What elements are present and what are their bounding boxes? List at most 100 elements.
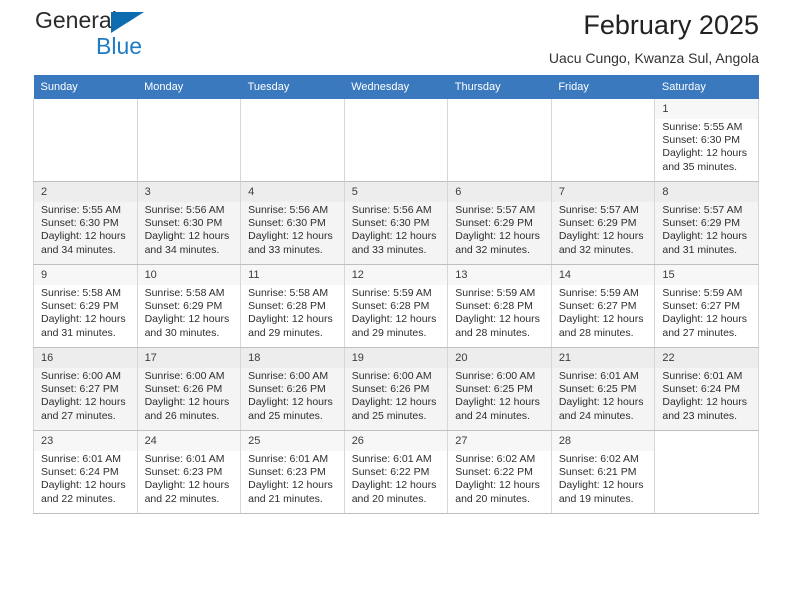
calendar-day-cell[interactable]: 24 Sunrise: 6:01 AM Sunset: 6:23 PM Dayligh… [137,430,242,514]
sunrise-text: Sunrise: 6:02 AM [455,453,536,465]
day-sun-info: Sunrise: 5:56 AM Sunset: 6:30 PM Daylight:… [345,202,448,257]
day-sun-info: Sunrise: 5:55 AM Sunset: 6:30 PM Daylight:… [655,119,758,174]
calendar-day-cell[interactable]: 15 Sunrise: 5:59 AM Sunset: 6:27 PM Dayligh… [654,264,759,348]
calendar-day-cell[interactable]: 2 Sunrise: 5:55 AM Sunset: 6:30 PM Daylight… [33,181,138,265]
sunset-text: Sunset: 6:25 PM [558,383,637,396]
calendar-day-cell[interactable]: 6 Sunrise: 5:57 AM Sunset: 6:29 PM Daylight… [447,181,552,265]
sunrise-text: Sunrise: 6:01 AM [662,370,743,382]
day-sun-info: Sunrise: 6:00 AM Sunset: 6:27 PM Daylight:… [34,368,137,423]
daylight-text: Daylight: 12 hours and 22 minutes. [41,479,126,505]
sunset-text: Sunset: 6:29 PM [455,217,533,230]
calendar-day-cell[interactable]: 10 Sunrise: 5:58 AM Sunset: 6:29 PM Dayligh… [137,264,242,348]
calendar-day-cell[interactable]: 11 Sunrise: 5:58 AM Sunset: 6:28 PM Dayligh… [240,264,345,348]
day-number: 9 [34,265,137,285]
calendar-day-cell[interactable]: 16 Sunrise: 6:00 AM Sunset: 6:27 PM Dayligh… [33,347,138,431]
calendar-day-cell[interactable]: 14 Sunrise: 5:59 AM Sunset: 6:27 PM Dayligh… [551,264,656,348]
calendar-day-cell[interactable]: 13 Sunrise: 5:59 AM Sunset: 6:28 PM Dayligh… [447,264,552,348]
sunrise-text: Sunrise: 5:56 AM [248,204,329,216]
daylight-text: Daylight: 12 hours and 24 minutes. [558,396,644,422]
day-number: 4 [241,182,344,202]
calendar-day-cell[interactable]: 20 Sunrise: 6:00 AM Sunset: 6:25 PM Dayligh… [447,347,552,431]
title-block: February 2025 Uacu Cungo, Kwanza Sul, An… [549,0,759,68]
day-number [138,99,241,119]
day-sun-info: Sunrise: 6:01 AM Sunset: 6:23 PM Daylight:… [138,451,241,506]
page-title: February 2025 [583,10,759,40]
sunset-text: Sunset: 6:22 PM [351,466,430,479]
calendar-day-cell[interactable]: 27 Sunrise: 6:02 AM Sunset: 6:22 PM Dayligh… [447,430,552,514]
calendar-day-cell[interactable]: 5 Sunrise: 5:56 AM Sunset: 6:30 PM Daylight… [344,181,449,265]
day-number: 19 [344,348,448,368]
sunrise-text: Sunrise: 6:01 AM [248,453,329,465]
day-sun-info: Sunrise: 5:59 AM Sunset: 6:28 PM Daylight:… [345,285,448,340]
daylight-text: Daylight: 12 hours and 35 minutes. [662,147,748,173]
daylight-text: Daylight: 12 hours and 29 minutes. [351,313,437,339]
calendar-day-cell[interactable]: 21 Sunrise: 6:01 AM Sunset: 6:25 PM Dayligh… [551,347,656,431]
daylight-text: Daylight: 12 hours and 20 minutes. [351,479,437,505]
sunrise-text: Sunrise: 6:02 AM [558,453,639,465]
calendar-day-cell[interactable]: 7 Sunrise: 5:57 AM Sunset: 6:29 PM Daylight… [551,181,656,265]
calendar-day-cell[interactable]: 22 Sunrise: 6:01 AM Sunset: 6:24 PM Dayligh… [654,347,759,431]
daylight-text: Daylight: 12 hours and 28 minutes. [558,313,644,339]
sunrise-text: Sunrise: 6:00 AM [41,370,121,382]
sunrise-sunset-calendar: Sunday Monday Tuesday Wednesday Thursday… [33,75,759,514]
calendar-day-cell[interactable]: 1 Sunrise: 5:55 AM Sunset: 6:30 PM Daylight… [654,99,759,182]
sunset-text: Sunset: 6:22 PM [455,466,533,479]
daylight-text: Daylight: 12 hours and 32 minutes. [558,230,644,256]
day-number: 25 [241,431,344,451]
sunrise-text: Sunrise: 5:59 AM [558,287,639,299]
day-number: 11 [241,265,344,285]
calendar-day-cell[interactable]: 12 Sunrise: 5:59 AM Sunset: 6:28 PM Dayligh… [344,264,449,348]
daylight-text: Daylight: 12 hours and 30 minutes. [144,313,230,339]
calendar-day-cell[interactable]: 26 Sunrise: 6:01 AM Sunset: 6:22 PM Dayligh… [344,430,449,514]
day-sun-info: Sunrise: 5:59 AM Sunset: 6:28 PM Daylight:… [448,285,551,340]
sunset-text: Sunset: 6:27 PM [558,300,637,313]
sunset-text: Sunset: 6:28 PM [455,300,533,313]
calendar-cell-empty [137,99,242,182]
day-number: 21 [551,348,655,368]
sunrise-text: Sunrise: 5:55 AM [662,121,743,133]
calendar-week-row: 9 Sunrise: 5:58 AM Sunset: 6:29 PM Daylight… [33,264,759,348]
calendar-week-row: 1 Sunrise: 5:55 AM Sunset: 6:30 PM Daylight… [33,99,759,182]
day-sun-info: Sunrise: 6:02 AM Sunset: 6:21 PM Daylight:… [552,451,655,506]
day-sun-info: Sunrise: 5:57 AM Sunset: 6:29 PM Daylight:… [655,202,758,257]
daylight-text: Daylight: 12 hours and 27 minutes. [41,396,126,422]
calendar-day-cell[interactable]: 19 Sunrise: 6:00 AM Sunset: 6:26 PM Dayligh… [344,347,449,431]
sunset-text: Sunset: 6:30 PM [248,217,326,230]
calendar-day-cell[interactable]: 25 Sunrise: 6:01 AM Sunset: 6:23 PM Dayligh… [240,430,345,514]
sunset-text: Sunset: 6:25 PM [455,383,533,396]
page-subtitle: Uacu Cungo, Kwanza Sul, Angola [548,50,759,66]
day-sun-info: Sunrise: 6:01 AM Sunset: 6:23 PM Daylight:… [241,451,344,506]
calendar-cell-empty [240,99,345,182]
sunset-text: Sunset: 6:27 PM [41,383,119,396]
daylight-text: Daylight: 12 hours and 34 minutes. [41,230,126,256]
calendar-day-cell[interactable]: 8 Sunrise: 5:57 AM Sunset: 6:29 PM Daylight… [654,181,759,265]
calendar-day-cell[interactable]: 28 Sunrise: 6:02 AM Sunset: 6:21 PM Dayligh… [551,430,656,514]
calendar-day-cell[interactable]: 9 Sunrise: 5:58 AM Sunset: 6:29 PM Daylight… [33,264,138,348]
day-sun-info: Sunrise: 5:58 AM Sunset: 6:28 PM Daylight:… [241,285,344,340]
sunset-text: Sunset: 6:26 PM [248,383,326,396]
day-sun-info: Sunrise: 5:58 AM Sunset: 6:29 PM Daylight:… [34,285,137,340]
sunrise-text: Sunrise: 5:57 AM [558,204,639,216]
day-sun-info: Sunrise: 6:01 AM Sunset: 6:22 PM Daylight:… [345,451,448,506]
sunset-text: Sunset: 6:28 PM [248,300,326,313]
daylight-text: Daylight: 12 hours and 34 minutes. [144,230,230,256]
calendar-page: General Blue February 2025 Uacu Cungo, K… [0,0,792,612]
day-number [241,99,344,119]
weekday-header-thursday: Thursday [447,75,552,99]
day-sun-info: Sunrise: 6:02 AM Sunset: 6:22 PM Daylight:… [448,451,551,506]
day-number: 18 [241,348,344,368]
sunset-text: Sunset: 6:28 PM [351,300,430,313]
sunset-text: Sunset: 6:30 PM [144,217,223,230]
calendar-week-row: 16 Sunrise: 6:00 AM Sunset: 6:27 PM Dayligh… [33,347,759,431]
calendar-cell-empty [33,99,138,182]
calendar-day-cell[interactable]: 17 Sunrise: 6:00 AM Sunset: 6:26 PM Dayligh… [137,347,242,431]
calendar-day-cell[interactable]: 3 Sunrise: 5:56 AM Sunset: 6:30 PM Daylight… [137,181,242,265]
calendar-day-cell[interactable]: 18 Sunrise: 6:00 AM Sunset: 6:26 PM Dayligh… [240,347,345,431]
generalblue-logo[interactable]: General Blue [35,8,215,66]
day-sun-info: Sunrise: 6:00 AM Sunset: 6:26 PM Daylight:… [241,368,344,423]
day-sun-info: Sunrise: 5:55 AM Sunset: 6:30 PM Daylight:… [34,202,137,257]
day-number: 23 [34,431,137,451]
calendar-day-cell[interactable]: 23 Sunrise: 6:01 AM Sunset: 6:24 PM Dayligh… [33,430,138,514]
calendar-day-cell[interactable]: 4 Sunrise: 5:56 AM Sunset: 6:30 PM Daylight… [240,181,345,265]
sunset-text: Sunset: 6:23 PM [144,466,223,479]
